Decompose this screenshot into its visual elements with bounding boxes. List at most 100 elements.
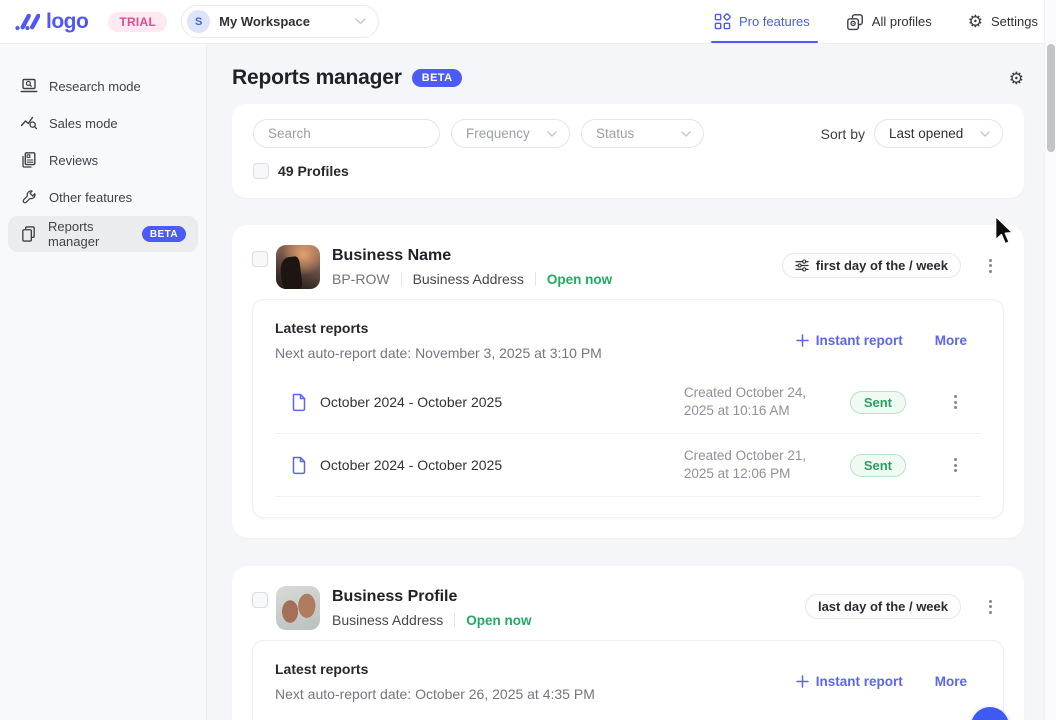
sidebar-item-label: Research mode — [49, 79, 141, 94]
chart-search-icon — [20, 114, 38, 132]
created-line1: Created October 21, — [684, 448, 806, 463]
created-line1: Created October 24, — [684, 385, 806, 400]
nav-pro-features[interactable]: Pro features — [714, 0, 810, 43]
report-title: October 2024 - October 2025 — [320, 394, 502, 410]
logo-icon — [14, 11, 40, 33]
pages-icon — [20, 151, 38, 169]
frequency-placeholder: Frequency — [466, 126, 530, 141]
report-title: October 2024 - October 2025 — [320, 457, 502, 473]
next-report-date: Next auto-report date: October 26, 2025 … — [275, 686, 595, 702]
business-address: Business Address — [332, 612, 443, 628]
beta-badge: BETA — [412, 69, 463, 87]
report-row[interactable]: October 2024 - October 2025 Created Octo… — [275, 371, 981, 434]
sort-select[interactable]: Last opened — [874, 119, 1003, 148]
sidebar-item-sales-mode[interactable]: Sales mode — [8, 105, 198, 141]
status-select[interactable]: Status — [581, 119, 704, 148]
nav-label: All profiles — [872, 14, 932, 29]
divider — [535, 272, 536, 286]
business-name: Business Profile — [332, 588, 532, 606]
kebab-menu-icon[interactable] — [948, 454, 963, 476]
section-title: Latest reports — [275, 661, 595, 677]
sort-value: Last opened — [889, 126, 963, 141]
chevron-down-icon — [547, 131, 557, 137]
instant-report-button[interactable]: Instant report — [796, 333, 903, 348]
workspace-selector[interactable]: S My Workspace — [181, 5, 379, 38]
status-badge: Sent — [850, 454, 906, 477]
business-checkbox[interactable] — [252, 592, 268, 608]
schedule-badge[interactable]: last day of the / week — [805, 594, 961, 619]
schedule-badge[interactable]: first day of the / week — [782, 253, 961, 278]
logo-text: logo — [46, 10, 88, 34]
select-all-checkbox[interactable] — [253, 163, 269, 179]
business-card: Business Name BP-ROW Business Address Op… — [232, 225, 1024, 538]
app-logo[interactable]: logo — [14, 10, 88, 34]
instant-report-label: Instant report — [816, 674, 903, 689]
sidebar-item-research-mode[interactable]: Research mode — [8, 68, 198, 104]
gear-icon: ⚙ — [968, 13, 983, 30]
more-label: More — [935, 333, 967, 348]
created-line2: 2025 at 10:16 AM — [684, 403, 790, 418]
profiles-icon — [846, 13, 864, 31]
trial-badge: TRIAL — [108, 12, 167, 32]
scrollbar-track[interactable] — [1044, 0, 1056, 720]
more-button[interactable]: More — [935, 674, 967, 689]
gear-icon[interactable]: ⚙ — [1009, 70, 1024, 87]
schedule-badge-label: last day of the / week — [818, 599, 948, 614]
more-button[interactable]: More — [935, 333, 967, 348]
status-badge: Sent — [850, 391, 906, 414]
grid-icon — [714, 13, 731, 30]
workspace-avatar: S — [187, 10, 210, 33]
business-checkbox[interactable] — [252, 251, 268, 267]
frequency-select[interactable]: Frequency — [451, 119, 570, 148]
laptop-search-icon — [20, 77, 38, 95]
page-title: Reports manager — [232, 66, 402, 90]
section-title: Latest reports — [275, 320, 602, 336]
workspace-name: My Workspace — [219, 14, 310, 29]
main-content: Reports manager BETA ⚙ Frequency Status … — [207, 44, 1044, 720]
kebab-menu-icon[interactable] — [948, 391, 963, 413]
scrollbar-thumb[interactable] — [1047, 44, 1055, 152]
sidebar: Research mode Sales mode Reviews — [0, 44, 207, 720]
divider — [454, 613, 455, 627]
filter-panel: Frequency Status Sort by Last opened — [232, 104, 1024, 198]
sidebar-item-reviews[interactable]: Reviews — [8, 142, 198, 178]
business-thumbnail — [276, 245, 320, 289]
page-header: Reports manager BETA ⚙ — [232, 66, 1024, 90]
beta-badge: BETA — [142, 226, 186, 242]
search-input[interactable] — [253, 119, 440, 148]
latest-reports-panel: Latest reports Next auto-report date: No… — [252, 299, 1004, 518]
business-card: Business Profile Business Address Open n… — [232, 566, 1024, 720]
chevron-down-icon — [355, 18, 366, 25]
kebab-menu-icon[interactable] — [983, 255, 998, 277]
sort-by-label: Sort by — [821, 126, 865, 142]
instant-report-button[interactable]: Instant report — [796, 674, 903, 689]
status-placeholder: Status — [596, 126, 634, 141]
nav-label: Settings — [991, 14, 1038, 29]
business-code: BP-ROW — [332, 271, 390, 287]
chevron-down-icon — [681, 131, 691, 137]
sidebar-item-reports-manager[interactable]: Reports manager BETA — [8, 216, 198, 252]
sidebar-item-other-features[interactable]: Other features — [8, 179, 198, 215]
kebab-menu-icon[interactable] — [983, 596, 998, 618]
documents-icon — [20, 225, 37, 243]
nav-settings[interactable]: ⚙ Settings — [968, 0, 1038, 43]
report-created: Created October 21, 2025 at 12:06 PM — [684, 447, 836, 483]
latest-reports-panel: Latest reports Next auto-report date: Oc… — [252, 640, 1004, 720]
nav-all-profiles[interactable]: All profiles — [846, 0, 932, 43]
sliders-icon — [795, 259, 809, 272]
instant-report-label: Instant report — [816, 333, 903, 348]
more-label: More — [935, 674, 967, 689]
business-address: Business Address — [413, 271, 524, 287]
document-icon — [291, 456, 307, 475]
plus-icon — [796, 334, 809, 347]
report-row[interactable]: Created October 2 — [275, 712, 981, 720]
next-report-date: Next auto-report date: November 3, 2025 … — [275, 345, 602, 361]
plus-icon — [796, 675, 809, 688]
schedule-badge-label: first day of the / week — [816, 258, 948, 273]
sidebar-item-label: Other features — [49, 190, 132, 205]
report-row[interactable]: October 2024 - October 2025 Created Octo… — [275, 434, 981, 497]
business-name: Business Name — [332, 247, 612, 265]
created-line2: 2025 at 12:06 PM — [684, 466, 791, 481]
open-status: Open now — [466, 613, 531, 628]
topbar: logo TRIAL S My Workspace Pro features — [0, 0, 1056, 44]
